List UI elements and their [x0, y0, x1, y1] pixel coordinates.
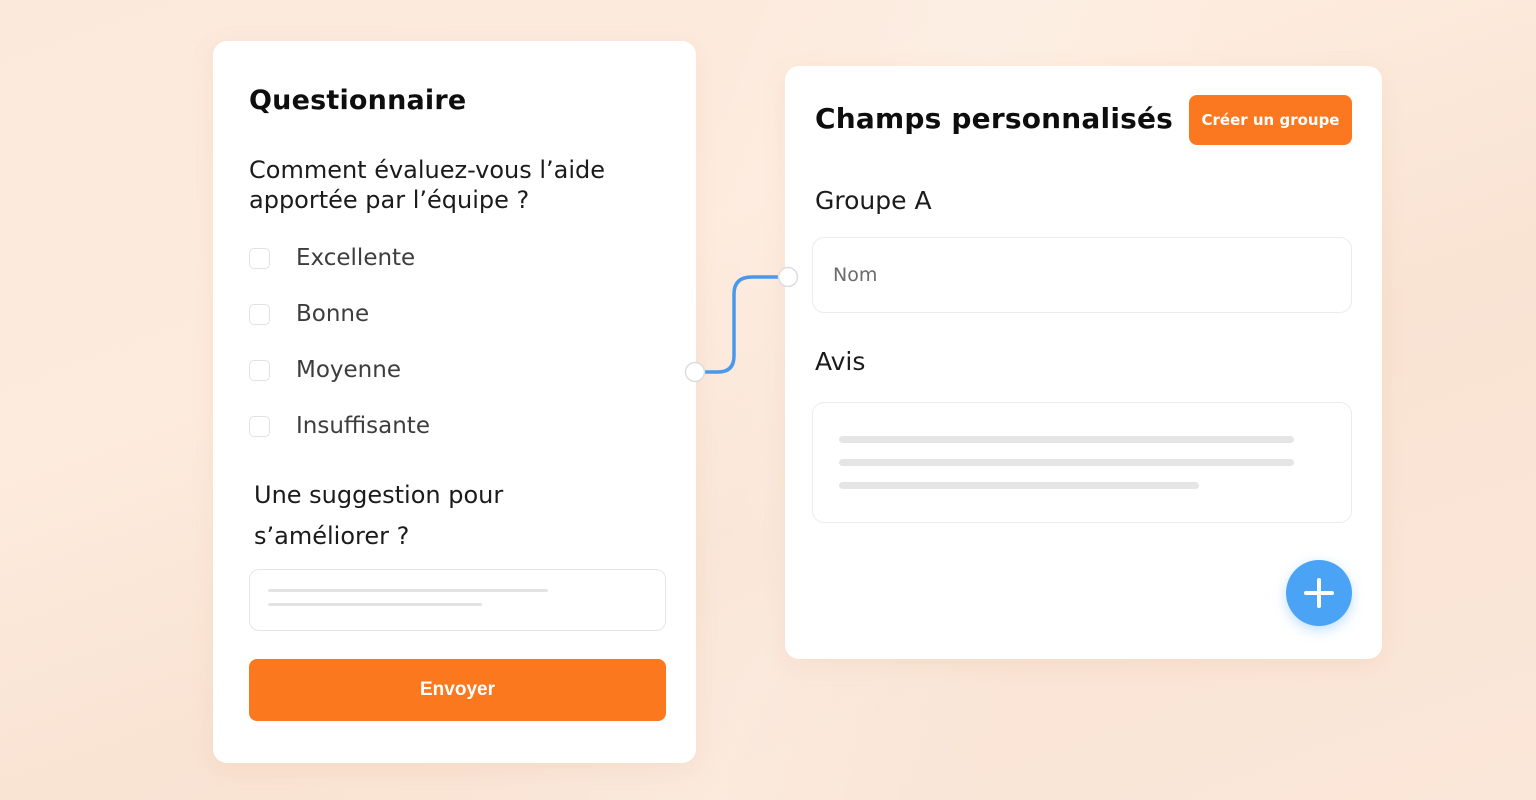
custom-fields-card: Champs personnalisés Créer un groupe Gro… — [777, 66, 1382, 659]
checkbox[interactable] — [249, 247, 270, 269]
placeholder-line — [839, 482, 1199, 489]
suggestion-textarea[interactable] — [249, 569, 666, 631]
custom-fields-title: Champs personnalisés — [815, 102, 1174, 135]
question-suggestion: Une suggestion pour s’améliorer ? — [254, 481, 504, 550]
add-field-button[interactable] — [1286, 560, 1352, 626]
option-label: Insuffisante — [296, 413, 430, 439]
option-insuffisante[interactable]: Insuffisante — [249, 411, 430, 441]
question-rating: Comment évaluez-vous l’aide apportée par… — [249, 156, 606, 214]
connector-node-right[interactable] — [777, 266, 799, 288]
checkbox[interactable] — [249, 415, 270, 437]
placeholder-line — [839, 436, 1294, 443]
review-textarea[interactable] — [812, 402, 1352, 523]
name-field-placeholder: Nom — [833, 264, 878, 286]
option-bonne[interactable]: Bonne — [249, 299, 369, 329]
create-group-button[interactable]: Créer un groupe — [1189, 95, 1352, 145]
review-label: Avis — [815, 347, 866, 376]
placeholder-line — [839, 459, 1294, 466]
option-label: Excellente — [296, 245, 416, 271]
option-moyenne[interactable]: Moyenne — [249, 355, 401, 385]
checkbox[interactable] — [249, 303, 270, 325]
option-label: Moyenne — [296, 357, 401, 383]
checkbox[interactable] — [249, 359, 270, 381]
submit-button[interactable]: Envoyer — [249, 659, 666, 721]
option-label: Bonne — [296, 301, 370, 327]
placeholder-line — [268, 603, 482, 606]
placeholder-line — [268, 589, 548, 592]
name-field[interactable]: Nom — [812, 237, 1352, 313]
group-label: Groupe A — [815, 186, 932, 215]
connector-node-left[interactable] — [684, 361, 706, 383]
questionnaire-card: Questionnaire Comment évaluez-vous l’aid… — [213, 41, 706, 763]
option-excellente[interactable]: Excellente — [249, 243, 415, 273]
questionnaire-title: Questionnaire — [249, 85, 467, 116]
